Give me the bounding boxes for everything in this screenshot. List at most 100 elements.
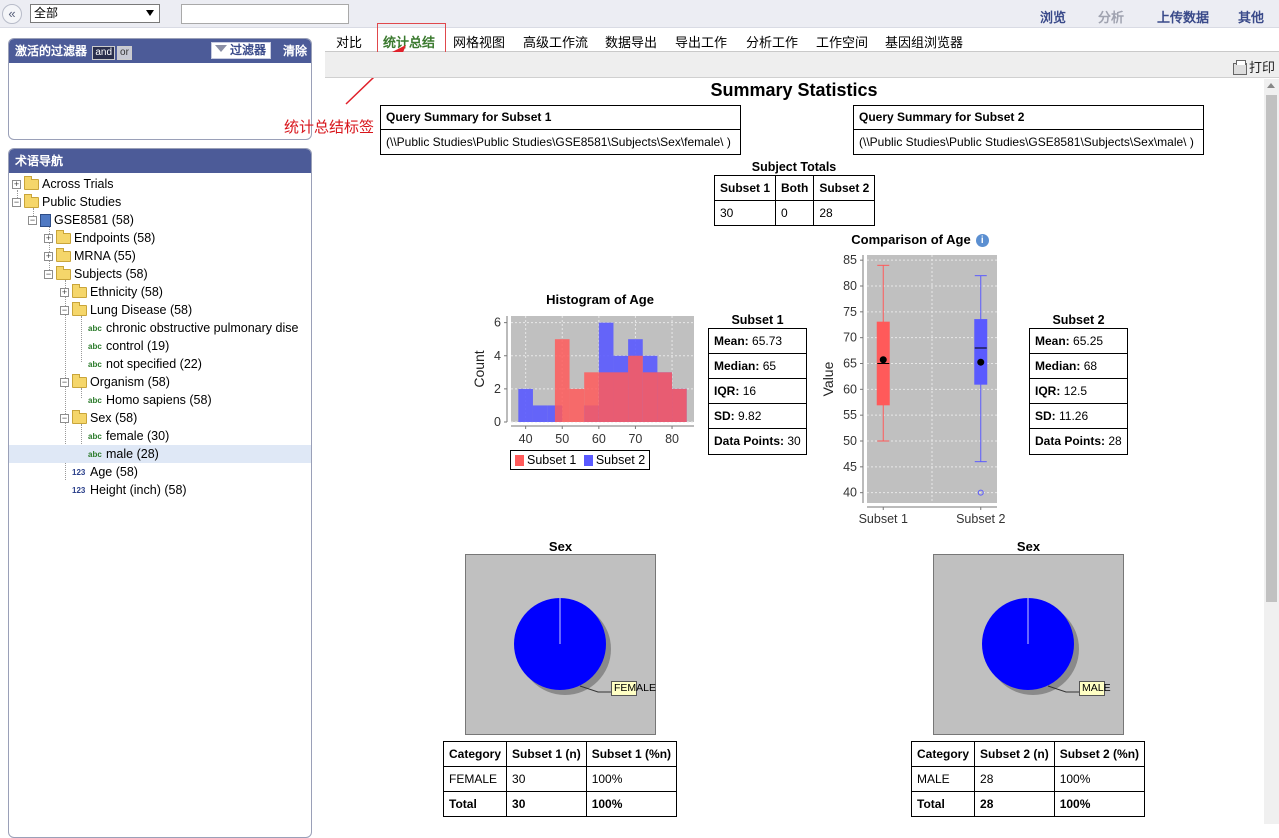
stat-row: IQR: 16 <box>709 379 806 404</box>
y-tick-label: 45 <box>843 460 857 474</box>
tree-node-label: Organism <box>90 375 145 389</box>
tab-data-export[interactable]: 数据导出 <box>605 32 657 51</box>
stats-subset-1-title: Subset 1 <box>731 313 784 327</box>
folder-icon <box>72 284 87 299</box>
tree-leaf-homo-sapiens[interactable]: abc Homo sapiens (58) <box>88 391 212 409</box>
table-row: Total 28 100% <box>910 791 1146 817</box>
clear-filters-link[interactable]: 清除 <box>283 39 307 63</box>
tree-leaf-height[interactable]: 123 Height (inch) (58) <box>72 481 187 499</box>
tree-node-label: female <box>106 429 144 443</box>
tab-advanced-workflow[interactable]: 高级工作流 <box>523 32 588 51</box>
tree-node-across-trials[interactable]: + Across Trials <box>12 175 114 193</box>
folder-open-icon <box>72 374 87 389</box>
tree-node-organism[interactable]: − Organism (58) <box>60 373 170 391</box>
tree-node-count: (58) <box>133 231 156 245</box>
x-tick-label: 80 <box>665 432 679 446</box>
tree-leaf-not-specified[interactable]: abc not specified (22) <box>88 355 202 373</box>
mean-marker <box>977 358 985 366</box>
tree-node-lung-disease[interactable]: − Lung Disease (58) <box>60 301 192 319</box>
tree-node-subjects[interactable]: − Subjects (58) <box>44 265 148 283</box>
collapse-icon[interactable]: − <box>28 216 37 226</box>
expand-icon[interactable]: + <box>44 234 53 244</box>
vertical-scrollbar[interactable] <box>1264 79 1279 824</box>
histogram-bar <box>613 372 629 422</box>
tree-node-count: (19) <box>147 339 170 353</box>
tab-genome-browser[interactable]: 基因组浏览器 <box>885 32 963 51</box>
tree-node-mrna[interactable]: + MRNA (55) <box>44 247 136 265</box>
nav-upload-data[interactable]: 上传数据 <box>1157 7 1209 26</box>
sex-category-table-subset-1: Category Subset 1 (n) Subset 1 (%n) FEMA… <box>442 741 678 817</box>
sex-pie-chart-subset-2 <box>933 554 1124 735</box>
y-tick-label: 65 <box>843 357 857 371</box>
collapse-icon[interactable]: − <box>12 198 21 208</box>
scrollbar-thumb[interactable] <box>1266 95 1277 602</box>
collapse-icon[interactable]: − <box>44 270 53 280</box>
nav-browse[interactable]: 浏览 <box>1040 7 1066 26</box>
tree-node-gse8581[interactable]: − GSE8581 (58) <box>28 211 134 229</box>
scroll-up-icon[interactable] <box>1267 83 1275 88</box>
summary-title: Summary Statistics <box>710 80 878 100</box>
table-cell: 100% <box>1053 791 1146 817</box>
print-button[interactable]: 打印 <box>1232 57 1275 76</box>
table-header: Category <box>910 741 976 767</box>
x-tick-label: Subset 2 <box>956 512 1005 526</box>
histogram-of-age-chart: 40 50 60 70 80 0 2 4 6 Count <box>471 316 694 446</box>
folder-icon <box>56 230 71 245</box>
scope-select-value: 全部 <box>34 6 59 20</box>
tab-analysis-jobs[interactable]: 分析工作 <box>746 32 798 51</box>
histogram-legend: Subset 1 Subset 2 <box>510 450 651 470</box>
tree-node-label: chronic obstructive pulmonary dise <box>106 321 299 335</box>
subject-totals-table: Subset 1 Both Subset 2 30 0 28 <box>713 175 876 226</box>
collapse-icon[interactable]: − <box>60 378 69 388</box>
collapse-icon[interactable]: − <box>60 306 69 316</box>
legend-swatch <box>515 455 524 467</box>
stats-subset-2: Mean: 65.25 Median: 68 IQR: 12.5 SD: 11.… <box>1029 328 1128 455</box>
tree-leaf-copd[interactable]: abc chronic obstructive pulmonary dise <box>88 319 312 337</box>
nav-analyze[interactable]: 分析 <box>1098 7 1124 26</box>
stats-subset-1: Mean: 65.73 Median: 65 IQR: 16 SD: 9.82 … <box>708 328 807 455</box>
tree-leaf-control[interactable]: abc control (19) <box>88 337 169 355</box>
tree-node-endpoints[interactable]: + Endpoints (58) <box>44 229 155 247</box>
study-icon <box>40 214 51 228</box>
x-tick-label: 40 <box>519 432 533 446</box>
y-tick-label: 60 <box>843 382 857 396</box>
table-cell: 100% <box>585 791 678 817</box>
x-tick-label: 50 <box>555 432 569 446</box>
table-cell: MALE <box>910 766 976 792</box>
tab-export-jobs[interactable]: 导出工作 <box>675 32 727 51</box>
query-summary-title: Query Summary for Subset 2 <box>854 106 1203 130</box>
tab-grid-view[interactable]: 网格视图 <box>453 32 505 51</box>
numeric-type-icon: 123 <box>72 467 86 477</box>
legend-swatch <box>583 455 593 467</box>
stat-row: SD: 11.26 <box>1030 404 1127 429</box>
info-icon[interactable]: i <box>975 234 989 248</box>
tree-node-ethnicity[interactable]: + Ethnicity (58) <box>60 283 163 301</box>
tree-node-label: Public Studies <box>42 195 122 209</box>
expand-icon[interactable]: + <box>44 252 53 262</box>
y-tick-label: 80 <box>843 279 857 293</box>
tree-leaf-age[interactable]: 123 Age (58) <box>72 463 138 481</box>
expand-icon[interactable]: + <box>60 288 69 298</box>
tree-node-label: control <box>106 339 144 353</box>
stat-row: Mean: 65.73 <box>709 329 806 354</box>
histogram-bar <box>628 355 643 422</box>
filter-button[interactable]: 过滤器 <box>210 42 271 59</box>
scope-select[interactable]: 全部 <box>30 4 160 23</box>
tree-leaf-female[interactable]: abc female (30) <box>88 427 169 445</box>
expand-icon[interactable]: + <box>12 180 21 190</box>
tree-node-label: Endpoints <box>74 231 130 245</box>
or-toggle[interactable]: or <box>117 46 132 60</box>
nav-other[interactable]: 其他 <box>1238 7 1264 26</box>
collapse-panel-button[interactable]: « <box>2 4 22 24</box>
search-input[interactable] <box>181 4 349 24</box>
tab-workspace[interactable]: 工作空间 <box>816 32 868 51</box>
table-cell: 28 <box>813 200 876 226</box>
collapse-icon[interactable]: − <box>60 414 69 424</box>
tree-leaf-male[interactable]: abc male (28) <box>9 445 311 463</box>
tree-node-sex[interactable]: − Sex (58) <box>60 409 137 427</box>
tree-node-public-studies[interactable]: − Public Studies <box>12 193 121 211</box>
numeric-type-icon: 123 <box>72 485 86 495</box>
and-toggle[interactable]: and <box>92 46 116 60</box>
folder-open-icon <box>72 410 87 425</box>
subject-totals-title: Subject Totals <box>751 160 837 174</box>
